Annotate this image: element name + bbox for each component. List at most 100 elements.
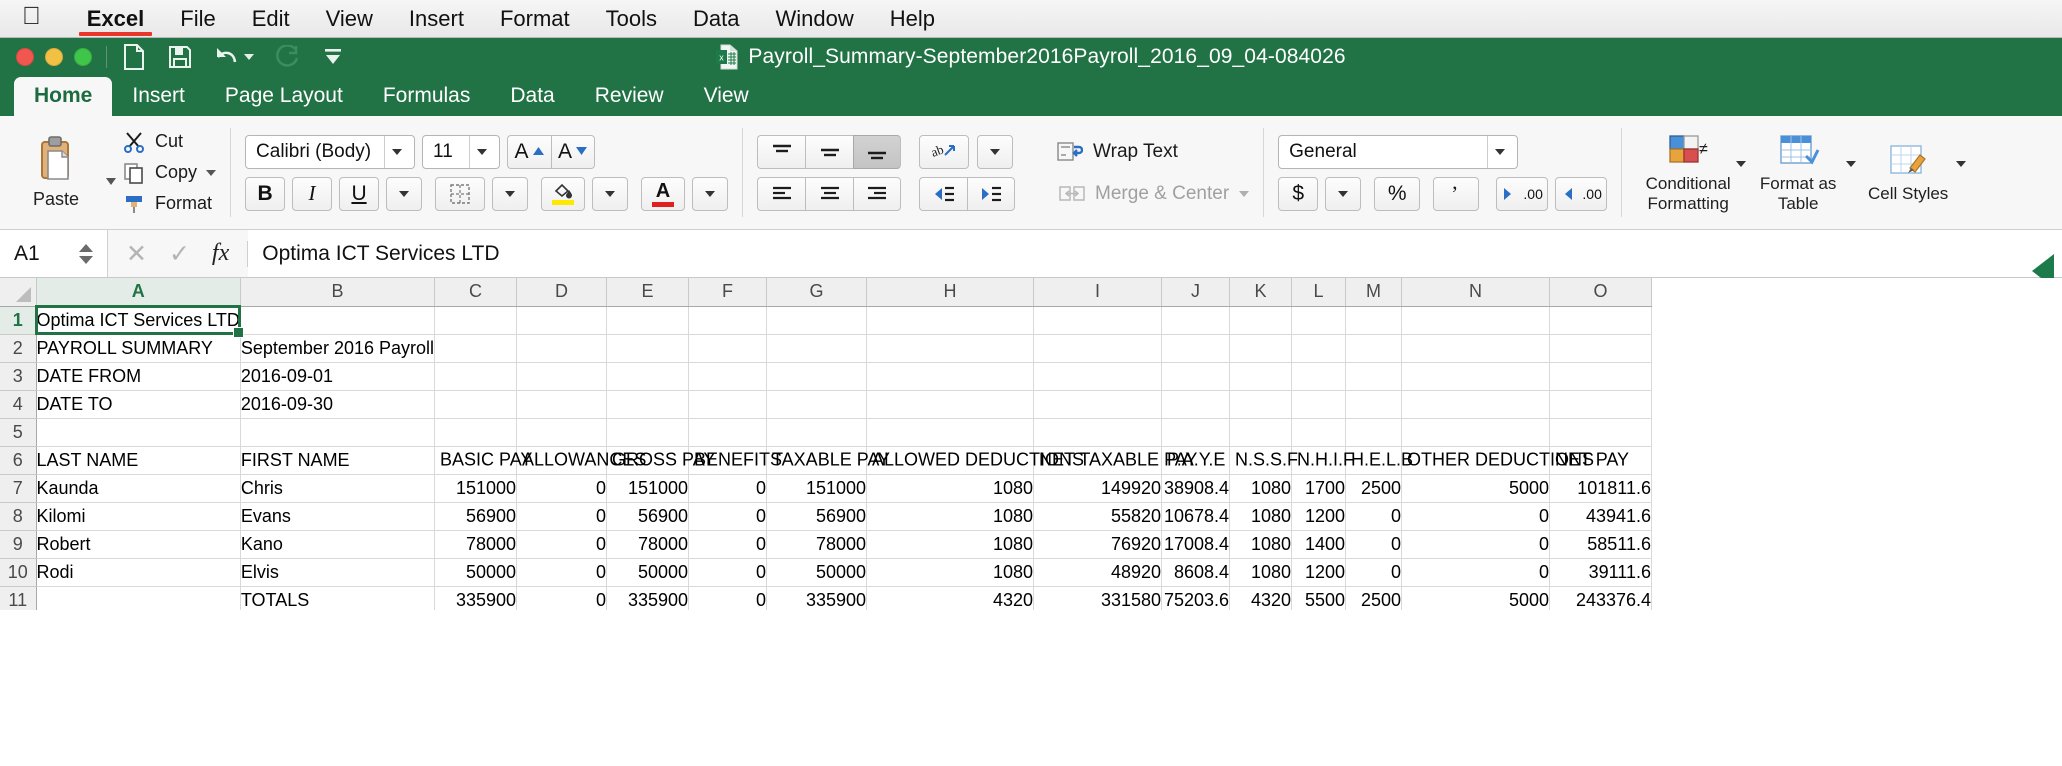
cell-F4[interactable] (689, 390, 767, 418)
cell-J4[interactable] (1162, 390, 1230, 418)
cell-C8[interactable]: 56900 (435, 502, 517, 530)
cell-D11[interactable]: 0 (517, 586, 607, 610)
row-header-10[interactable]: 10 (0, 558, 36, 586)
cell-O9[interactable]: 58511.6 (1550, 530, 1652, 558)
cell-H1[interactable] (867, 306, 1034, 334)
cell-H11[interactable]: 4320 (867, 586, 1034, 610)
cell-E6[interactable]: GROSS PAY (607, 446, 689, 474)
format-as-table-caret-icon[interactable] (1846, 161, 1856, 167)
cell-I7[interactable]: 149920 (1034, 474, 1162, 502)
cell-K7[interactable]: 1080 (1230, 474, 1292, 502)
align-right-button[interactable] (853, 177, 901, 211)
menu-item-view[interactable]: View (308, 6, 391, 32)
column-header-N[interactable]: N (1402, 278, 1550, 306)
column-header-C[interactable]: C (435, 278, 517, 306)
cell-E10[interactable]: 50000 (607, 558, 689, 586)
cell-O11[interactable]: 243376.4 (1550, 586, 1652, 610)
cell-J11[interactable]: 75203.6 (1162, 586, 1230, 610)
cell-E4[interactable] (607, 390, 689, 418)
cell-G10[interactable]: 50000 (767, 558, 867, 586)
cell-D7[interactable]: 0 (517, 474, 607, 502)
select-all-corner[interactable] (0, 278, 36, 306)
cell-C10[interactable]: 50000 (435, 558, 517, 586)
cell-G9[interactable]: 78000 (767, 530, 867, 558)
fill-color-dropdown-button[interactable] (592, 177, 628, 211)
cell-O3[interactable] (1550, 362, 1652, 390)
conditional-formatting-caret-icon[interactable] (1736, 161, 1746, 167)
cell-H3[interactable] (867, 362, 1034, 390)
new-from-template-icon[interactable] (121, 44, 147, 70)
wrap-text-button[interactable]: Wrap Text (1057, 141, 1178, 163)
column-header-E[interactable]: E (607, 278, 689, 306)
cell-C3[interactable] (435, 362, 517, 390)
cell-N9[interactable]: 0 (1402, 530, 1550, 558)
cell-A1[interactable]: Optima ICT Services LTD (36, 306, 240, 334)
column-header-J[interactable]: J (1162, 278, 1230, 306)
redo-icon[interactable] (274, 44, 300, 70)
cell-I5[interactable] (1034, 418, 1162, 446)
cell-L11[interactable]: 5500 (1292, 586, 1346, 610)
cell-H10[interactable]: 1080 (867, 558, 1034, 586)
cell-B10[interactable]: Elvis (240, 558, 434, 586)
column-header-A[interactable]: A (36, 278, 240, 306)
cell-J5[interactable] (1162, 418, 1230, 446)
column-header-F[interactable]: F (689, 278, 767, 306)
format-painter-button[interactable]: Format (122, 192, 216, 216)
cell-I10[interactable]: 48920 (1034, 558, 1162, 586)
increase-indent-button[interactable] (967, 177, 1015, 211)
font-color-button[interactable]: A (641, 177, 685, 211)
ribbon-tab-view[interactable]: View (684, 77, 769, 116)
cell-L1[interactable] (1292, 306, 1346, 334)
name-box-up-icon[interactable] (79, 244, 93, 252)
cell-L9[interactable]: 1400 (1292, 530, 1346, 558)
cell-N2[interactable] (1402, 334, 1550, 362)
row-header-6[interactable]: 6 (0, 446, 36, 474)
decrease-font-size-button[interactable]: A (551, 135, 595, 169)
cell-D10[interactable]: 0 (517, 558, 607, 586)
save-icon[interactable] (167, 44, 193, 70)
cell-K9[interactable]: 1080 (1230, 530, 1292, 558)
cell-C2[interactable] (435, 334, 517, 362)
cell-F5[interactable] (689, 418, 767, 446)
format-as-table-button[interactable]: Format as Table (1746, 132, 1850, 213)
align-center-button[interactable] (805, 177, 853, 211)
cell-L7[interactable]: 1700 (1292, 474, 1346, 502)
cell-K1[interactable] (1230, 306, 1292, 334)
cell-G7[interactable]: 151000 (767, 474, 867, 502)
cell-I2[interactable] (1034, 334, 1162, 362)
cell-G8[interactable]: 56900 (767, 502, 867, 530)
cell-D8[interactable]: 0 (517, 502, 607, 530)
cell-A7[interactable]: Kaunda (36, 474, 240, 502)
currency-format-button[interactable]: $ (1278, 177, 1318, 211)
cell-G4[interactable] (767, 390, 867, 418)
cell-B5[interactable] (240, 418, 434, 446)
cell-A5[interactable] (36, 418, 240, 446)
cell-L2[interactable] (1292, 334, 1346, 362)
row-header-9[interactable]: 9 (0, 530, 36, 558)
name-box[interactable]: A1 (0, 230, 108, 277)
confirm-icon[interactable]: ✓ (169, 239, 190, 269)
close-window-button[interactable] (16, 48, 34, 66)
cell-K4[interactable] (1230, 390, 1292, 418)
cell-B1[interactable] (240, 306, 434, 334)
bold-button[interactable]: B (245, 177, 285, 211)
cell-N4[interactable] (1402, 390, 1550, 418)
cell-F10[interactable]: 0 (689, 558, 767, 586)
orientation-dropdown-button[interactable] (977, 135, 1013, 169)
cell-E1[interactable] (607, 306, 689, 334)
currency-dropdown-button[interactable] (1325, 177, 1361, 211)
ribbon-tab-page-layout[interactable]: Page Layout (205, 77, 363, 116)
cell-L10[interactable]: 1200 (1292, 558, 1346, 586)
spreadsheet-grid[interactable]: ABCDEFGHIJKLMNO1Optima ICT Services LTD2… (0, 278, 2062, 610)
cell-J2[interactable] (1162, 334, 1230, 362)
cell-K3[interactable] (1230, 362, 1292, 390)
cell-O10[interactable]: 39111.6 (1550, 558, 1652, 586)
comma-format-button[interactable]: ’ (1433, 177, 1479, 211)
cell-M4[interactable] (1346, 390, 1402, 418)
column-header-O[interactable]: O (1550, 278, 1652, 306)
conditional-formatting-button[interactable]: ≠ Conditional Formatting (1636, 132, 1740, 213)
cell-F9[interactable]: 0 (689, 530, 767, 558)
cell-C11[interactable]: 335900 (435, 586, 517, 610)
ribbon-tab-review[interactable]: Review (575, 77, 684, 116)
align-middle-button[interactable] (805, 135, 853, 169)
